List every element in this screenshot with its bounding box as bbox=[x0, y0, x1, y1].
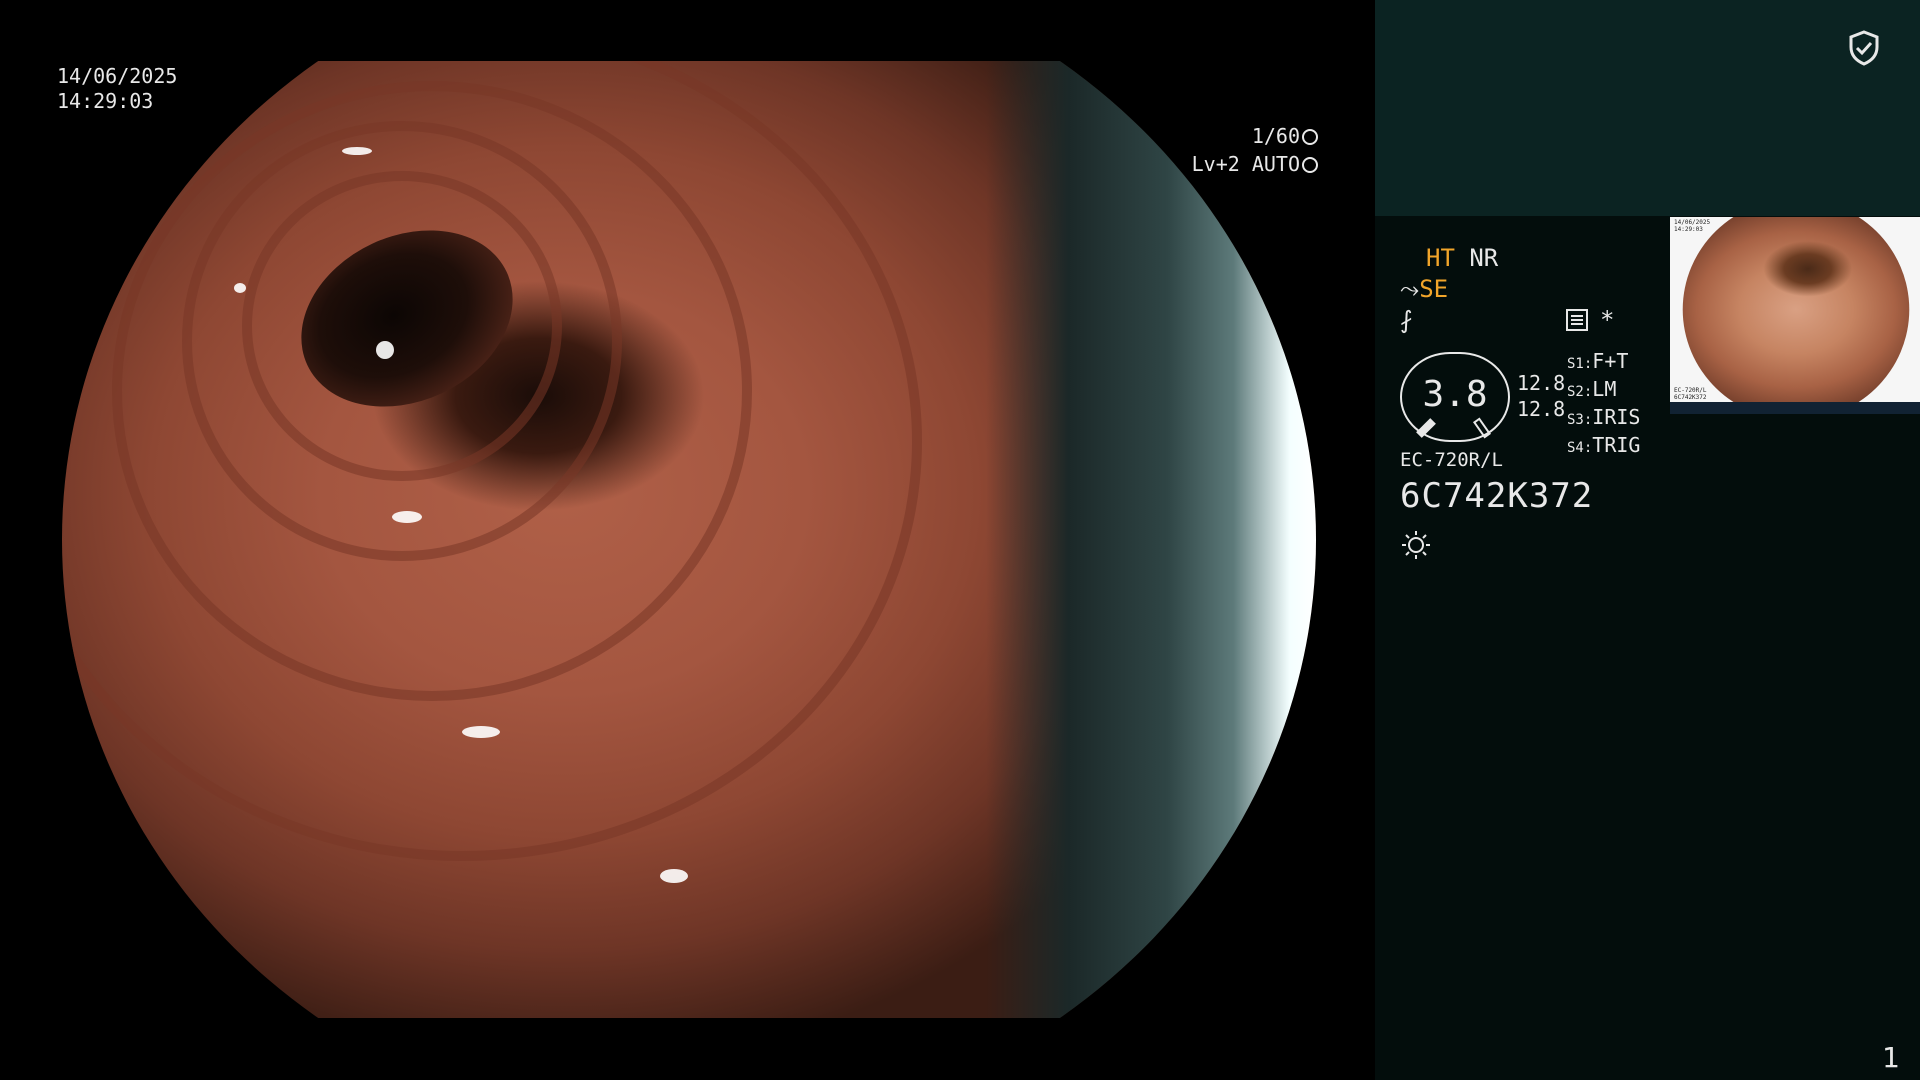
light-reflection bbox=[376, 341, 394, 359]
switch-row: S3:IRIS bbox=[1567, 405, 1640, 433]
thumbnail-model: EC-720R/L bbox=[1674, 387, 1707, 394]
date-text: 14/06/2025 bbox=[57, 64, 178, 88]
se-indicator: SE bbox=[1419, 275, 1449, 303]
thumbnail-time: 14:29:03 bbox=[1674, 226, 1703, 233]
enhance-icon: ⨏ bbox=[1400, 306, 1413, 334]
switch-value: TRIG bbox=[1592, 433, 1641, 457]
switch-list: S1:F+T S2:LM S3:IRIS S4:TRIG bbox=[1567, 349, 1640, 461]
scope-serial: 6C742K372 bbox=[1400, 476, 1594, 516]
brightness-value: 3.8 bbox=[1422, 374, 1488, 415]
switch-value: F+T bbox=[1592, 349, 1629, 373]
switch-key: S4: bbox=[1567, 440, 1593, 456]
switch-key: S2: bbox=[1567, 384, 1593, 400]
brightness-dial: 3.8 bbox=[1400, 352, 1510, 442]
switch-value: LM bbox=[1592, 377, 1617, 401]
mode-line-2: ⤳SE bbox=[1400, 274, 1498, 305]
nr-indicator: NR bbox=[1469, 244, 1499, 272]
light-reflection bbox=[342, 147, 372, 155]
thumbnail-serial: 6C742K372 bbox=[1674, 394, 1707, 401]
light-reflection bbox=[392, 511, 422, 523]
light-reflection bbox=[462, 726, 500, 738]
switch-row: S4:TRIG bbox=[1567, 433, 1640, 461]
scope-model: EC-720R/L bbox=[1400, 449, 1503, 471]
mode-line-3: ⨏ bbox=[1400, 305, 1498, 336]
captured-thumbnail[interactable]: 14/06/2025 14:29:03 EC-720R/L 6C742K372 bbox=[1670, 217, 1920, 402]
endoscope-view bbox=[62, 61, 1316, 1018]
light-reflection bbox=[234, 283, 246, 293]
menu-card-icon bbox=[1566, 309, 1588, 331]
ht-indicator: HT bbox=[1426, 244, 1455, 272]
switch-row: S1:F+T bbox=[1567, 349, 1640, 377]
auto-iris-icon bbox=[1302, 157, 1318, 173]
page-number: 1 bbox=[1882, 1041, 1900, 1074]
thumbnail-date: 14/06/2025 bbox=[1674, 219, 1711, 226]
info-panel: HT NR ⤳SE ⨏ * 3.8 12.8 12.8 S1:F+T S2:LM… bbox=[1375, 0, 1920, 1080]
dial-tick-filled bbox=[1416, 418, 1436, 438]
thumbnail-bar bbox=[1670, 402, 1920, 414]
light-source-icon bbox=[1402, 531, 1430, 559]
light-reflection bbox=[660, 869, 688, 883]
level-readout: Lv+2 AUTO bbox=[1168, 128, 1318, 176]
thumbnail-image bbox=[1682, 217, 1910, 402]
panel-header bbox=[1375, 0, 1920, 216]
value-top: 12.8 bbox=[1517, 371, 1566, 395]
scope-edge-glare bbox=[986, 61, 1316, 1018]
scope-tool-icon: ⤳ bbox=[1400, 275, 1420, 303]
switch-key: S3: bbox=[1567, 412, 1593, 428]
mode-status: HT NR ⤳SE ⨏ bbox=[1400, 243, 1498, 336]
switch-key: S1: bbox=[1567, 356, 1593, 372]
shield-check-icon[interactable] bbox=[1848, 30, 1880, 66]
time-text: 14:29:03 bbox=[57, 89, 154, 113]
switch-row: S2:LM bbox=[1567, 377, 1640, 405]
asterisk-indicator: * bbox=[1600, 306, 1615, 334]
mode-line-1: HT NR bbox=[1400, 243, 1498, 274]
value-bottom: 12.8 bbox=[1517, 397, 1566, 421]
level-text: Lv+2 AUTO bbox=[1191, 152, 1300, 176]
dial-tick-hollow bbox=[1472, 417, 1492, 439]
switch-value: IRIS bbox=[1592, 405, 1641, 429]
